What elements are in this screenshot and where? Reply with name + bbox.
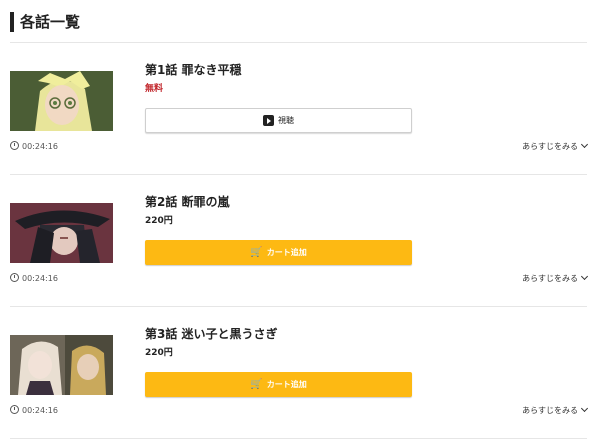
synopsis-toggle[interactable]: あらすじをみる	[522, 404, 589, 417]
episode-item: 00:24:16 第3話 迷い子と黒うさぎ 220円 🛒 カート追加 あらすじを…	[10, 307, 589, 439]
episode-thumbnail[interactable]	[10, 71, 113, 131]
add-to-cart-button[interactable]: 🛒 カート追加	[145, 372, 412, 397]
clock-icon	[10, 273, 19, 282]
episode-duration: 00:24:16	[10, 405, 58, 417]
episode-title[interactable]: 第1話 罪なき平穏	[145, 62, 242, 78]
cart-icon: 🛒	[250, 379, 263, 390]
episode-duration: 00:24:16	[10, 273, 58, 285]
episode-item: 00:24:16 第2話 断罪の嵐 220円 🛒 カート追加 あらすじをみる	[10, 175, 589, 307]
episode-title[interactable]: 第3話 迷い子と黒うさぎ	[145, 326, 278, 342]
episode-duration: 00:24:16	[10, 141, 58, 153]
cart-icon: 🛒	[250, 247, 263, 258]
clock-icon	[10, 405, 19, 414]
episode-price: 220円	[145, 216, 173, 226]
episode-thumbnail[interactable]	[10, 335, 113, 395]
header-accent-bar	[10, 12, 14, 32]
chevron-down-icon	[580, 404, 589, 413]
synopsis-toggle[interactable]: あらすじをみる	[522, 140, 589, 153]
add-to-cart-button[interactable]: 🛒 カート追加	[145, 240, 412, 265]
chevron-down-icon	[580, 272, 589, 281]
episode-title[interactable]: 第2話 断罪の嵐	[145, 194, 230, 210]
episode-price: 220円	[145, 348, 173, 358]
play-icon	[263, 115, 274, 126]
section-title: 各話一覧	[20, 13, 81, 31]
episode-thumbnail[interactable]	[10, 203, 113, 263]
synopsis-toggle[interactable]: あらすじをみる	[522, 272, 589, 285]
episode-price: 無料	[145, 84, 164, 94]
episode-item: 00:24:16 第1話 罪なき平穏 無料 視聴 あらすじをみる	[10, 43, 589, 175]
clock-icon	[10, 141, 19, 150]
watch-button[interactable]: 視聴	[145, 108, 412, 133]
divider	[10, 438, 587, 439]
section-header: 各話一覧	[10, 10, 587, 43]
chevron-down-icon	[580, 140, 589, 149]
